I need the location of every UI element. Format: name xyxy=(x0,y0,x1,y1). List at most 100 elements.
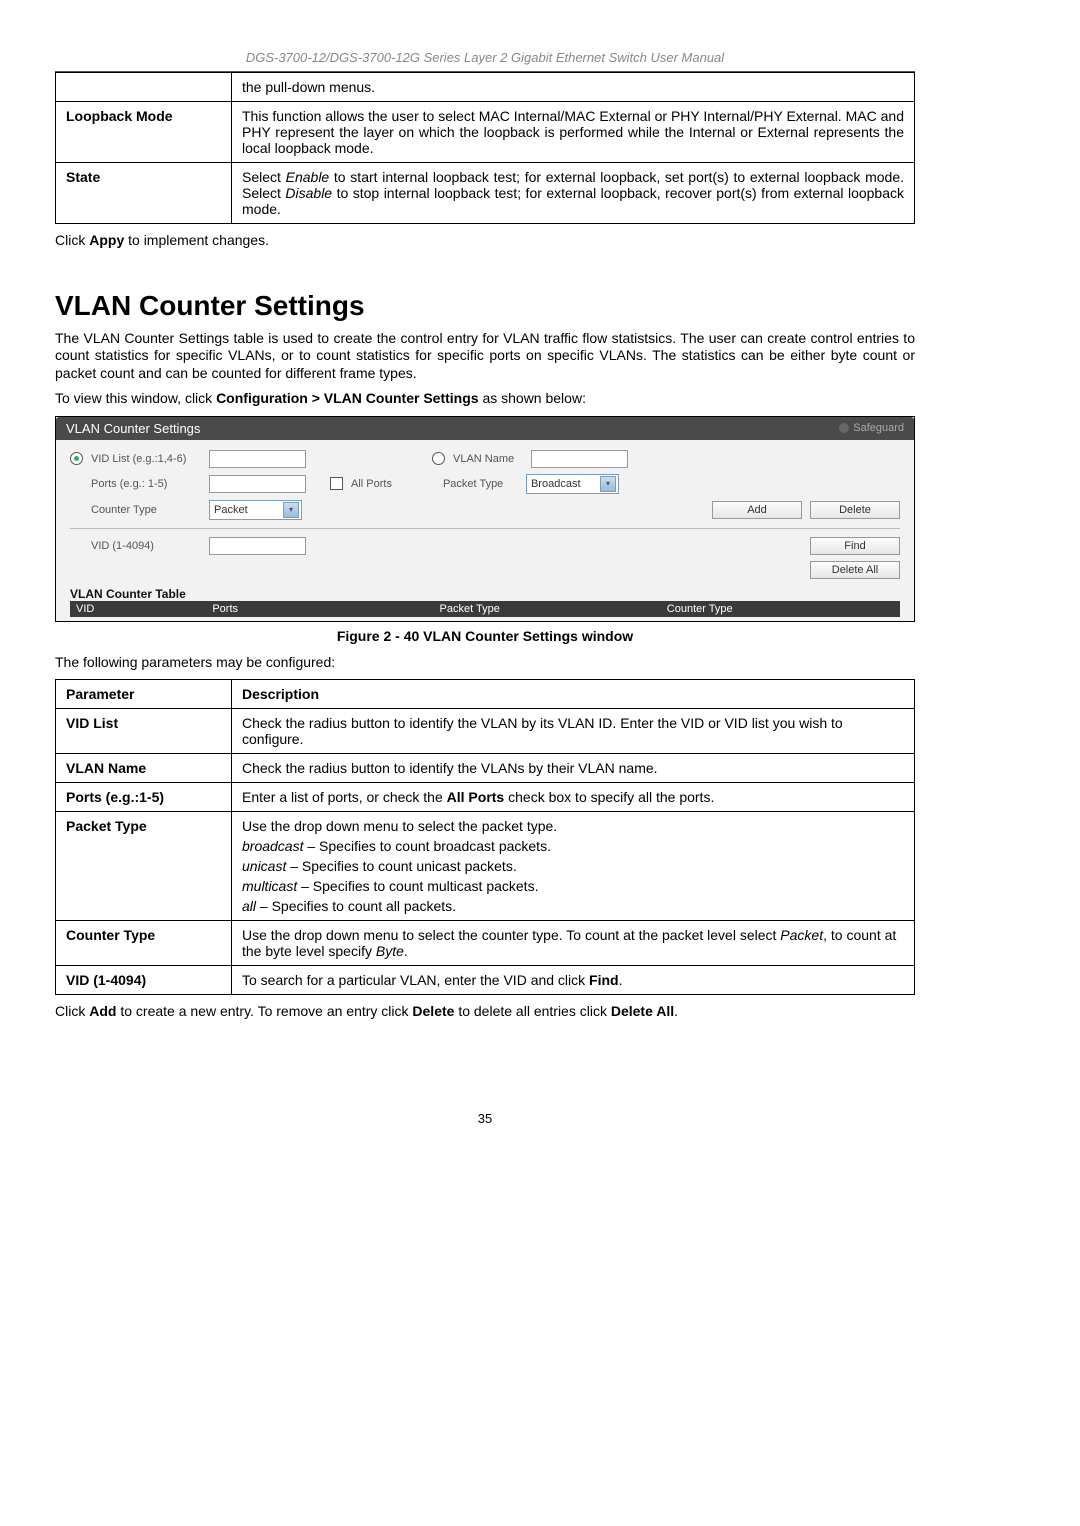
text-bold: Configuration > VLAN Counter Settings xyxy=(216,390,479,406)
vlan-counter-screenshot: VLAN Counter Settings Safeguard VID List… xyxy=(55,416,915,622)
packet-type-label: Packet Type xyxy=(443,478,518,490)
param-cell: State xyxy=(56,163,232,224)
row-counter: Counter Type Packet ▾ Add Delete xyxy=(70,500,900,520)
loopback-table: the pull-down menus. Loopback Mode This … xyxy=(55,72,915,224)
text-bold: Find xyxy=(589,972,619,988)
params-table: Parameter Description VID List Check the… xyxy=(55,679,915,995)
text-italic: Byte xyxy=(376,943,404,959)
table-row: VID List Check the radius button to iden… xyxy=(56,709,915,754)
text-italic: unicast xyxy=(242,858,286,874)
chevron-down-icon: ▾ xyxy=(600,476,616,492)
delete-button[interactable]: Delete xyxy=(810,501,900,519)
doc-header: DGS-3700-12/DGS-3700-12G Series Layer 2 … xyxy=(55,50,915,65)
th-vid: VID xyxy=(76,603,212,615)
select-value: Broadcast xyxy=(531,478,581,490)
table-row: VID (1-4094) To search for a particular … xyxy=(56,966,915,995)
param-cell xyxy=(56,73,232,102)
select-value: Packet xyxy=(214,504,248,516)
text: Select xyxy=(242,169,286,185)
table-row: State Select Enable to start internal lo… xyxy=(56,163,915,224)
vid-list-radio[interactable] xyxy=(70,452,83,465)
ports-input[interactable] xyxy=(209,475,306,493)
th-counter: Counter Type xyxy=(667,603,894,615)
all-ports-checkbox[interactable] xyxy=(330,477,343,490)
param-cell: Counter Type xyxy=(56,921,232,966)
find-button[interactable]: Find xyxy=(810,537,900,555)
text: as shown below: xyxy=(479,390,586,406)
chevron-down-icon: ▾ xyxy=(283,502,299,518)
desc-cell: the pull-down menus. xyxy=(232,73,915,102)
text-bold: Appy xyxy=(89,232,124,248)
nav-paragraph: To view this window, click Configuration… xyxy=(55,390,915,408)
text-italic: all xyxy=(242,898,256,914)
param-cell: VID List xyxy=(56,709,232,754)
desc-cell: Check the radius button to identify the … xyxy=(232,754,915,783)
text-bold: All Ports xyxy=(447,789,505,805)
delete-all-button[interactable]: Delete All xyxy=(810,561,900,579)
text: – Specifies to count all packets. xyxy=(256,898,456,914)
add-button[interactable]: Add xyxy=(712,501,802,519)
row-vid-range: VID (1-4094) Find xyxy=(70,537,900,555)
param-cell: VLAN Name xyxy=(56,754,232,783)
param-cell: Ports (e.g.:1-5) xyxy=(56,783,232,812)
text: to delete all entries click xyxy=(454,1003,610,1019)
text: – Specifies to count multicast packets. xyxy=(297,878,538,894)
text: to implement changes. xyxy=(124,232,269,248)
screenshot-title: VLAN Counter Settings xyxy=(66,421,200,436)
text: – Specifies to count unicast packets. xyxy=(286,858,516,874)
text: . xyxy=(404,943,408,959)
vlan-counter-table-header: VID Ports Packet Type Counter Type xyxy=(70,601,900,617)
text: check box to specify all the ports. xyxy=(504,789,714,805)
table-row: the pull-down menus. xyxy=(56,73,915,102)
vid-list-input[interactable] xyxy=(209,450,306,468)
param-cell: Packet Type xyxy=(56,812,232,921)
text-bold: Add xyxy=(89,1003,116,1019)
vid-range-input[interactable] xyxy=(209,537,306,555)
th-parameter: Parameter xyxy=(56,680,232,709)
row-delete-all: Delete All xyxy=(70,561,900,579)
text-bold: Delete xyxy=(412,1003,454,1019)
params-intro: The following parameters may be configur… xyxy=(55,654,915,672)
vid-list-label: VID List (e.g.:1,4-6) xyxy=(91,453,201,465)
text-italic: Packet xyxy=(780,927,823,943)
vlan-counter-table-title: VLAN Counter Table xyxy=(70,587,900,601)
param-cell: Loopback Mode xyxy=(56,102,232,163)
text-italic: Enable xyxy=(286,169,330,185)
text: – Specifies to count broadcast packets. xyxy=(303,838,550,854)
desc-cell: Select Enable to start internal loopback… xyxy=(232,163,915,224)
screenshot-body: VID List (e.g.:1,4-6) VLAN Name Ports (e… xyxy=(56,440,914,621)
text-italic: multicast xyxy=(242,878,297,894)
desc-cell: Enter a list of ports, or check the All … xyxy=(232,783,915,812)
vlan-name-radio[interactable] xyxy=(432,452,445,465)
section-heading: VLAN Counter Settings xyxy=(55,290,915,322)
text: To view this window, click xyxy=(55,390,216,406)
desc-cell: This function allows the user to select … xyxy=(232,102,915,163)
ports-label: Ports (e.g.: 1-5) xyxy=(91,478,201,490)
vlan-name-input[interactable] xyxy=(531,450,628,468)
vid-range-label: VID (1-4094) xyxy=(91,540,201,552)
table-row: Ports (e.g.:1-5) Enter a list of ports, … xyxy=(56,783,915,812)
text: Click xyxy=(55,232,89,248)
all-ports-label: All Ports xyxy=(351,478,392,490)
footer-note: Click Add to create a new entry. To remo… xyxy=(55,1003,915,1021)
vlan-name-label: VLAN Name xyxy=(453,453,523,465)
table-row: VLAN Name Check the radius button to ide… xyxy=(56,754,915,783)
row-vidlist: VID List (e.g.:1,4-6) VLAN Name xyxy=(70,450,900,468)
apply-note: Click Appy to implement changes. xyxy=(55,232,915,250)
desc-cell: Use the drop down menu to select the pac… xyxy=(232,812,915,921)
packet-type-select[interactable]: Broadcast ▾ xyxy=(526,474,619,494)
counter-type-select[interactable]: Packet ▾ xyxy=(209,500,302,520)
screenshot-titlebar: VLAN Counter Settings Safeguard xyxy=(56,417,914,440)
counter-type-label: Counter Type xyxy=(91,504,201,516)
text: Enter a list of ports, or check the xyxy=(242,789,447,805)
intro-paragraph: The VLAN Counter Settings table is used … xyxy=(55,330,915,383)
table-header-row: Parameter Description xyxy=(56,680,915,709)
text: To search for a particular VLAN, enter t… xyxy=(242,972,589,988)
text: Click xyxy=(55,1003,89,1019)
text: . xyxy=(674,1003,678,1019)
text: . xyxy=(619,972,623,988)
divider xyxy=(70,528,900,529)
page-number: 35 xyxy=(55,1111,915,1126)
param-cell: VID (1-4094) xyxy=(56,966,232,995)
th-packet: Packet Type xyxy=(440,603,667,615)
